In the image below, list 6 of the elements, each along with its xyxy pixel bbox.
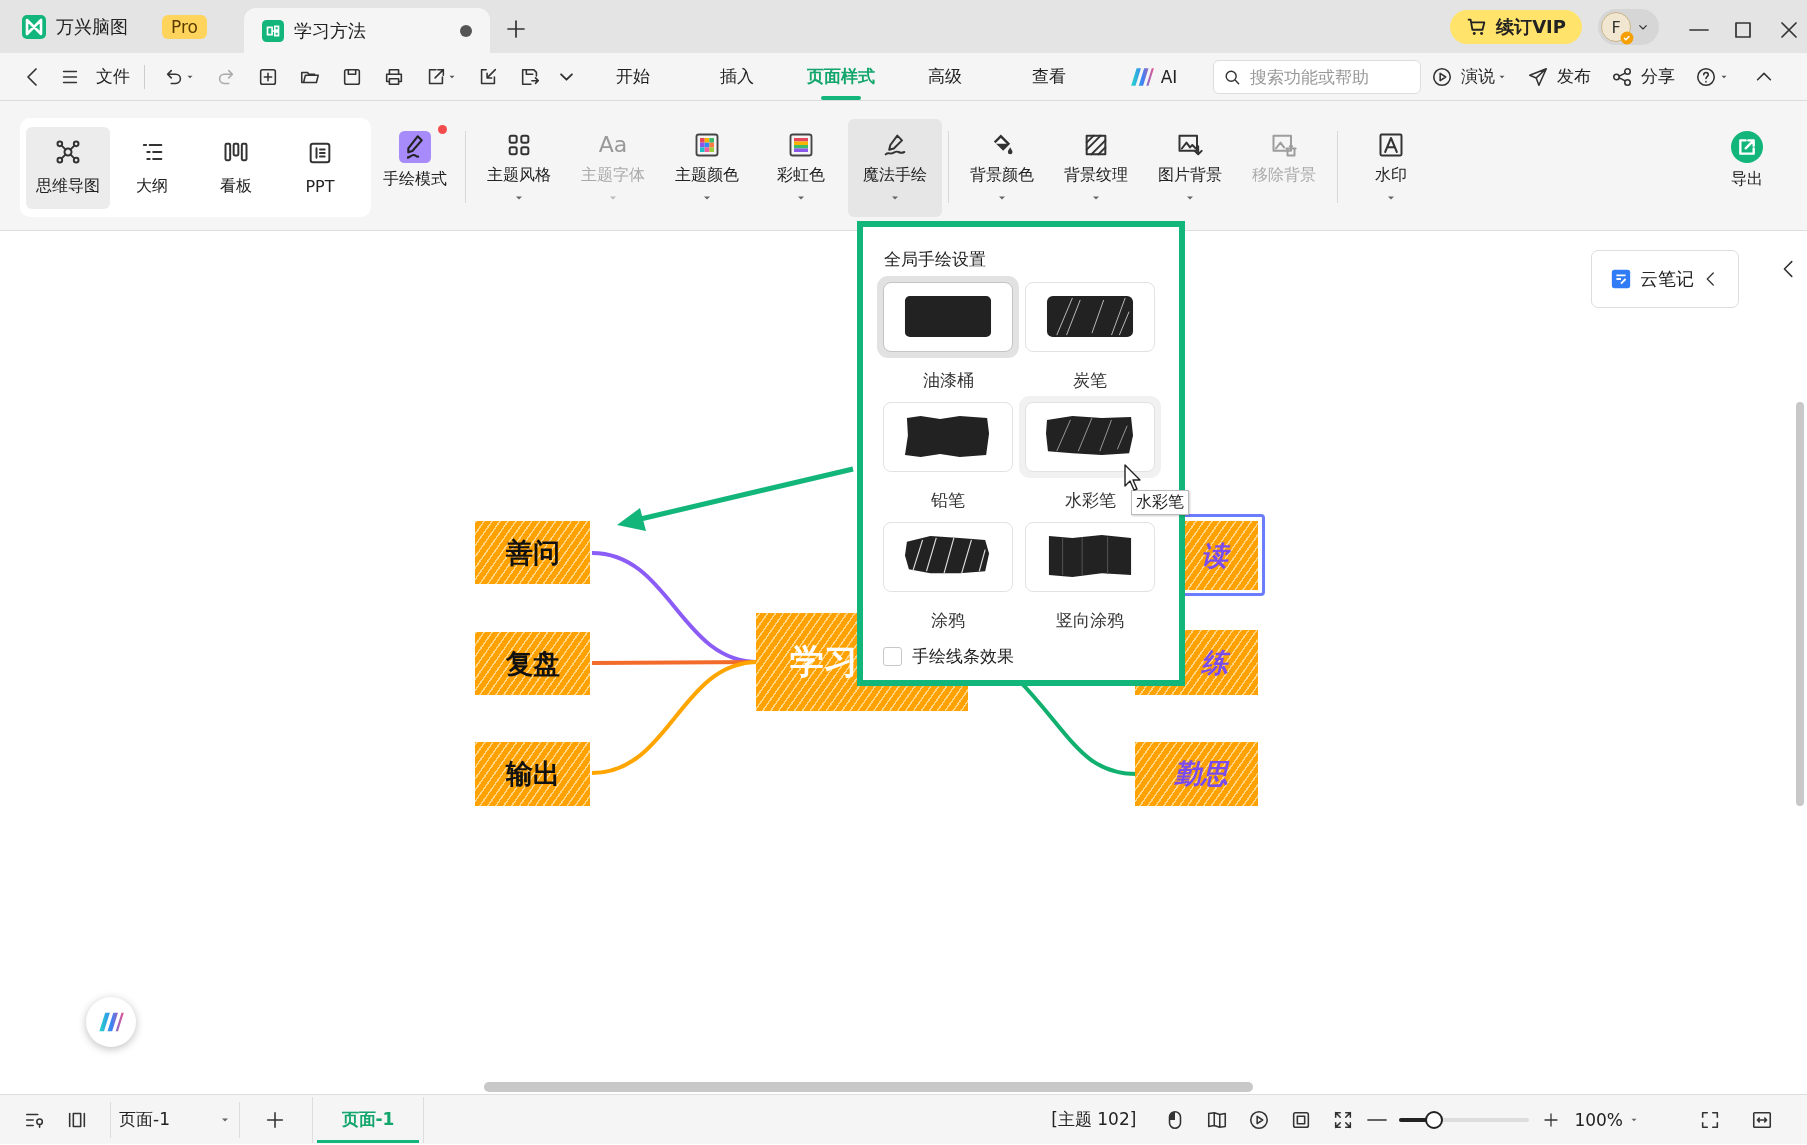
font-icon: Aa: [598, 131, 628, 159]
tooltip: 水彩笔: [1131, 490, 1189, 515]
popup-title: 全局手绘设置: [884, 248, 986, 271]
topic-count: [主题 102]: [1051, 1108, 1137, 1131]
pro-badge: Pro: [162, 14, 207, 39]
avatar: F: [1601, 12, 1631, 42]
